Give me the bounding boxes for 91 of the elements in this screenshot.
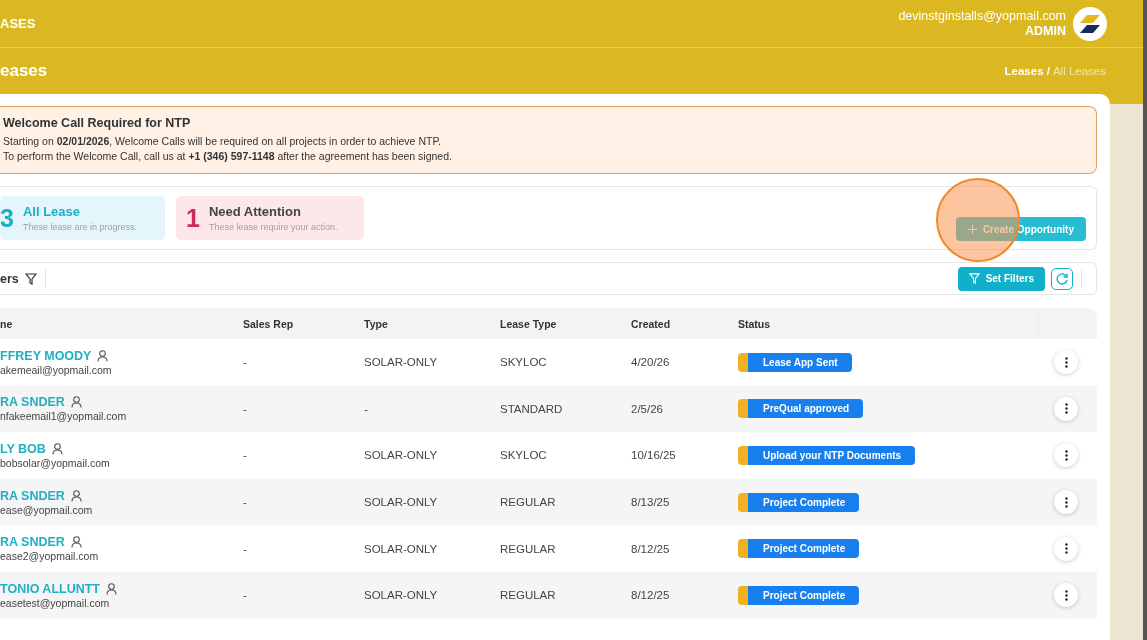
table-cell: 8/12/25 — [631, 542, 670, 555]
status-badge: PreQual approved — [738, 399, 864, 419]
column-header: Sales Rep — [243, 317, 294, 330]
table-cell: REGULAR — [500, 589, 556, 602]
breadcrumb-item: All Leases — [1052, 65, 1106, 77]
table-cell: 10/16/25 — [631, 449, 676, 462]
set-filters-button[interactable]: Set Filters — [957, 266, 1045, 291]
stat-description: These lease require your action. — [208, 222, 338, 232]
table-cell: - — [243, 542, 247, 555]
customer-email: akemeail@yopmail.com — [0, 363, 113, 376]
more-options-button[interactable] — [1054, 396, 1078, 421]
stat-label: All Lease — [22, 204, 81, 219]
table-cell: - — [243, 402, 247, 415]
customer-email: nfakeemail1@yopmail.com — [0, 410, 128, 423]
stat-label: Need Attention — [208, 204, 302, 219]
status-badge: Project Complete — [738, 539, 860, 559]
more-options-button[interactable] — [1054, 536, 1078, 561]
table-cell: REGULAR — [500, 496, 556, 509]
filter-icon[interactable] — [24, 272, 37, 285]
stat-count: 1 — [186, 203, 200, 233]
customer-name-link[interactable]: FFREY MOODY — [0, 348, 92, 363]
more-options-button[interactable] — [1054, 583, 1078, 608]
notice-text: Starting on 02/01/2026, Welcome Calls will be required on all projects in order to achieve NTP. — [3, 134, 442, 149]
table-cell: - — [243, 356, 247, 369]
status-badge: Project Complete — [738, 585, 860, 605]
notice-title: Welcome Call Required for NTP — [3, 116, 192, 130]
more-icon — [1064, 403, 1068, 415]
customer-name-link[interactable]: TONIO ALLUNTT — [0, 581, 100, 596]
table-cell: 8/12/25 — [631, 589, 670, 602]
status-badge: Project Complete — [738, 492, 860, 512]
filter-icon — [968, 273, 980, 284]
refresh-icon — [1055, 271, 1069, 286]
table-cell: REGULAR — [500, 542, 556, 555]
more-options-button[interactable] — [1054, 490, 1078, 515]
customer-email: ease2@yopmail.com — [0, 550, 100, 563]
column-header: Lease Type — [500, 317, 557, 330]
column-header: Type — [364, 317, 388, 330]
table-cell: SOLAR-ONLY — [364, 356, 438, 369]
person-icon — [70, 489, 82, 502]
column-header: Created — [631, 317, 671, 330]
page-title: eases — [0, 61, 49, 81]
stat-description: These lease are in progress. — [22, 222, 137, 232]
more-icon — [1064, 356, 1068, 368]
more-options-button[interactable] — [1054, 443, 1078, 468]
table-cell: 4/20/26 — [631, 356, 670, 369]
column-header: ne — [0, 317, 13, 330]
stat-card[interactable]: 1 Need Attention These lease require your action. — [176, 196, 364, 240]
person-icon — [51, 443, 63, 455]
more-options-button[interactable] — [1054, 350, 1078, 375]
customer-name-link[interactable]: RA SNDER — [0, 395, 65, 410]
customer-name-link[interactable]: LY BOB — [0, 442, 46, 456]
table-cell: SOLAR-ONLY — [364, 496, 438, 509]
customer-name-link[interactable]: RA SNDER — [0, 488, 65, 503]
person-icon — [70, 396, 82, 409]
customer-email: easetest@yopmail.com — [0, 596, 111, 609]
table-cell: - — [364, 402, 368, 415]
more-icon — [1064, 543, 1068, 555]
table-cell: SOLAR-ONLY — [364, 542, 438, 555]
column-header: Status — [738, 317, 771, 330]
person-icon — [106, 582, 117, 595]
status-badge: Lease App Sent — [738, 352, 852, 372]
table-cell: SKYLOC — [500, 449, 547, 462]
user-role: ADMIN — [1024, 23, 1066, 39]
refresh-button[interactable] — [1051, 267, 1073, 290]
filters-label: ers — [0, 271, 19, 286]
app-title: ASES — [0, 16, 37, 31]
table-cell: - — [243, 496, 247, 509]
customer-name-link[interactable]: RA SNDER — [0, 535, 65, 550]
person-icon — [70, 536, 82, 549]
customer-email: ease@yopmail.com — [0, 503, 94, 516]
plus-icon — [967, 224, 977, 234]
stat-count: 3 — [0, 203, 14, 233]
table-cell: 2/5/26 — [631, 402, 663, 415]
table-cell: SOLAR-ONLY — [364, 449, 438, 462]
customer-email: bobsolar@yopmail.com — [0, 457, 111, 469]
stat-card[interactable]: 3 All Lease These lease are in progress. — [0, 196, 165, 240]
status-badge: Upload your NTP Documents — [738, 446, 916, 465]
more-icon — [1064, 450, 1068, 461]
table-cell: SOLAR-ONLY — [364, 589, 438, 602]
user-email: devinstginstalls@yopmail.com — [898, 8, 1066, 24]
notice-text: To perform the Welcome Call, call us at +1 (346) 597-1148 after the agreement has been signed. — [3, 149, 453, 164]
person-icon — [97, 349, 109, 362]
table-cell: STANDARD — [500, 402, 563, 415]
more-icon — [1064, 496, 1068, 508]
avatar-logo-icon[interactable] — [1073, 6, 1107, 41]
breadcrumb-item[interactable]: Leases / — [1004, 65, 1050, 77]
more-icon — [1064, 589, 1068, 601]
table-cell: - — [243, 589, 247, 602]
table-cell: SKYLOC — [500, 356, 547, 369]
table-cell: - — [243, 449, 247, 462]
table-cell: 8/13/25 — [631, 496, 670, 509]
